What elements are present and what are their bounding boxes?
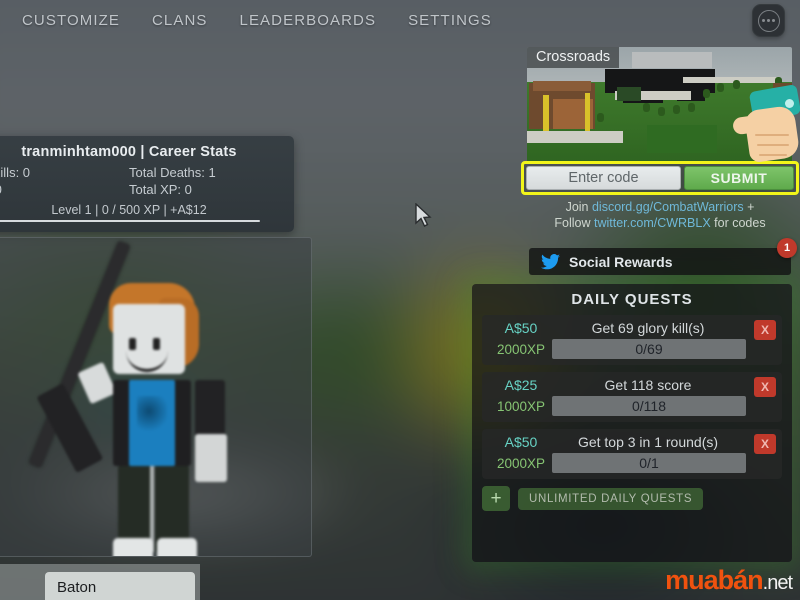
stat-total-xp: Total XP: 0 bbox=[129, 182, 192, 197]
quest-description: Get 118 score bbox=[604, 377, 692, 393]
nav-item-leaderboards[interactable]: LEADERBOARDS bbox=[240, 12, 377, 29]
map-name-label: Crossroads bbox=[527, 47, 620, 68]
arrow-cursor-icon bbox=[415, 203, 432, 227]
social-rewards-badge: 1 bbox=[777, 238, 797, 258]
roblox-character bbox=[0, 238, 311, 556]
quest-description: Get 69 glory kill(s) bbox=[591, 320, 705, 336]
daily-quests-panel: DAILY QUESTS A$50 Get 69 glory kill(s) X… bbox=[472, 284, 792, 562]
quest-reroll-button[interactable]: X bbox=[754, 434, 776, 454]
quest-xp-reward: 1000XP bbox=[496, 398, 546, 414]
quest-reroll-button[interactable]: X bbox=[754, 320, 776, 340]
twitter-link[interactable]: twitter.com/CWRBLX bbox=[594, 216, 711, 230]
stat-total-deaths: Total Deaths: 1 bbox=[129, 165, 216, 180]
unlimited-quests-row: + UNLIMITED DAILY QUESTS bbox=[482, 486, 782, 511]
censored-region bbox=[632, 52, 712, 68]
avatar-preview-panel bbox=[0, 237, 312, 557]
quest-progress-label: 0/69 bbox=[635, 341, 663, 357]
watermark: muabán.net bbox=[665, 565, 793, 596]
quest-progress-label: 0/118 bbox=[632, 398, 666, 414]
unlimited-daily-quests-label: UNLIMITED DAILY QUESTS bbox=[529, 492, 693, 505]
quest-cash-reward: A$50 bbox=[504, 434, 538, 450]
daily-quests-title: DAILY QUESTS bbox=[571, 291, 693, 308]
follow-suffix: for codes bbox=[710, 216, 766, 230]
quest-item: A$50 Get top 3 in 1 round(s) X 2000XP 0/… bbox=[482, 429, 782, 479]
career-stats-panel: tranminhtam000 | Career Stats al Kills: … bbox=[0, 136, 294, 232]
quest-item: A$50 Get 69 glory kill(s) X 2000XP 0/69 bbox=[482, 315, 782, 365]
pointing-hand-icon bbox=[727, 84, 800, 183]
quest-cash-reward: A$25 bbox=[504, 377, 538, 393]
add-quest-button[interactable]: + bbox=[482, 486, 510, 511]
unlimited-daily-quests-button[interactable]: UNLIMITED DAILY QUESTS bbox=[518, 487, 704, 510]
follow-prefix: Follow bbox=[554, 216, 594, 230]
career-stats-title: tranminhtam000 | Career Stats bbox=[21, 144, 237, 160]
top-navigation: CUSTOMIZE CLANS LEADERBOARDS SETTINGS bbox=[0, 0, 800, 40]
stat-total-kills: al Kills: 0 bbox=[0, 165, 31, 180]
code-input[interactable]: Enter code bbox=[526, 166, 681, 190]
join-prefix: Join bbox=[565, 200, 592, 214]
quest-item: A$25 Get 118 score X 1000XP 0/118 bbox=[482, 372, 782, 422]
join-discord-line: Join discord.gg/CombatWarriors + bbox=[521, 199, 799, 215]
quest-progress-label: 0/1 bbox=[639, 455, 659, 471]
code-input-placeholder: Enter code bbox=[568, 170, 639, 186]
loadout-weapon-name: Baton bbox=[57, 578, 97, 596]
social-rewards-button[interactable]: Social Rewards 1 bbox=[529, 238, 797, 275]
join-suffix: + bbox=[743, 200, 755, 214]
follow-twitter-line: Follow twitter.com/CWRBLX for codes bbox=[521, 215, 799, 231]
loadout-weapon-slot[interactable]: Baton bbox=[45, 572, 195, 600]
watermark-tld: .net bbox=[762, 572, 793, 594]
quest-progress-bar: 0/69 bbox=[552, 339, 746, 359]
quest-xp-reward: 2000XP bbox=[496, 341, 546, 357]
level-progress: Level 1 | 0 / 500 XP | +A$12 bbox=[0, 203, 280, 222]
watermark-brand: muabán bbox=[665, 565, 764, 595]
quest-reroll-button[interactable]: X bbox=[754, 377, 776, 397]
quest-progress-bar: 0/1 bbox=[552, 453, 746, 473]
level-progress-label: Level 1 | 0 / 500 XP | +A$12 bbox=[51, 203, 207, 217]
nav-item-customize[interactable]: CUSTOMIZE bbox=[22, 12, 120, 29]
join-follow-text: Join discord.gg/CombatWarriors + Follow … bbox=[521, 199, 799, 231]
quest-progress-bar: 0/118 bbox=[552, 396, 746, 416]
stat-kdr: R: 0 bbox=[0, 182, 129, 197]
nav-item-clans[interactable]: CLANS bbox=[152, 12, 208, 29]
social-rewards-label: Social Rewards bbox=[569, 253, 673, 270]
quest-description: Get top 3 in 1 round(s) bbox=[577, 434, 719, 450]
twitter-bird-icon bbox=[541, 253, 560, 269]
discord-link[interactable]: discord.gg/CombatWarriors bbox=[592, 200, 744, 214]
quest-cash-reward: A$50 bbox=[504, 320, 538, 336]
quest-xp-reward: 2000XP bbox=[496, 455, 546, 471]
nav-item-settings[interactable]: SETTINGS bbox=[408, 12, 492, 29]
career-stats-grid: al Kills: 0 Total Deaths: 1 R: 0 Total X… bbox=[0, 165, 280, 197]
xp-progress-bar bbox=[0, 220, 260, 222]
